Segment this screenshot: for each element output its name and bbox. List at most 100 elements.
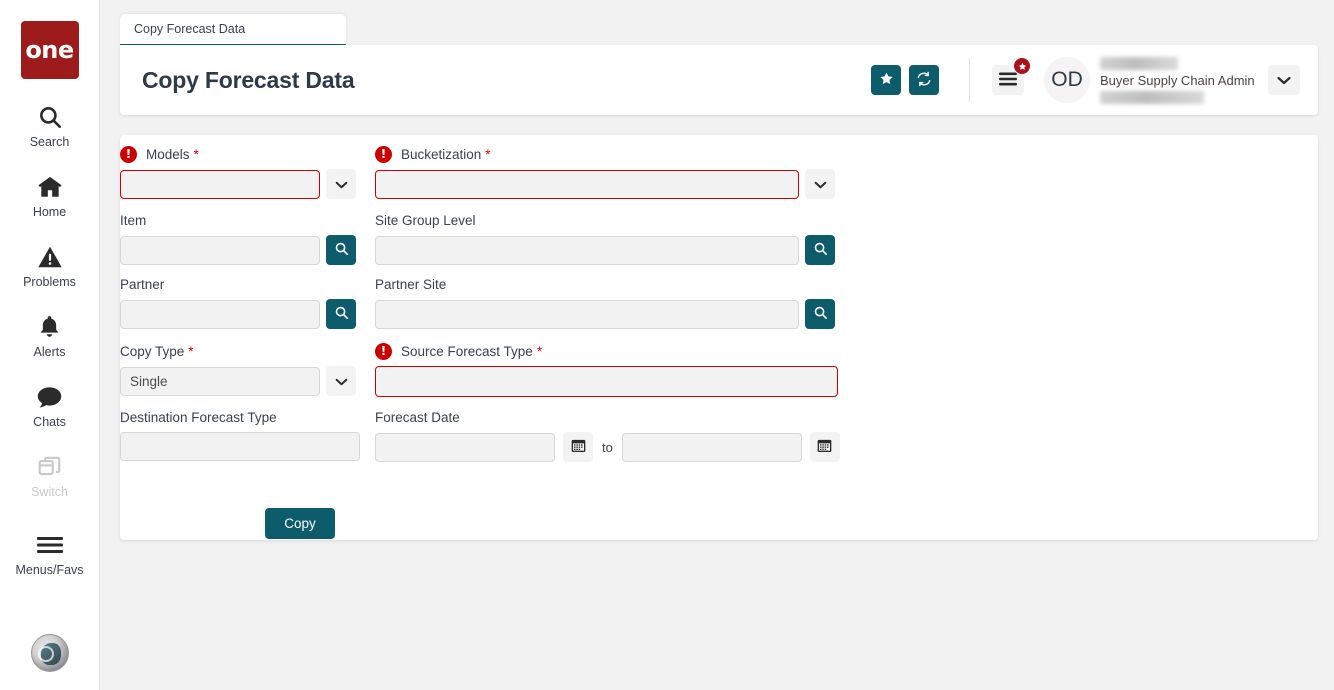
label-text: Copy Type (120, 343, 185, 359)
sidebar-item-label: Chats (33, 415, 66, 429)
sidebar-item-home[interactable]: Home (0, 171, 100, 219)
label-text: Models (146, 146, 190, 162)
form-grid: ! Models * ! Bucketization * Item Site G… (120, 135, 1318, 539)
copy-type-dropdown-button[interactable] (326, 366, 356, 396)
field-control-row (375, 366, 838, 397)
star-icon (879, 71, 894, 89)
field-label-copy-type: Copy Type * (120, 342, 356, 360)
forecast-date-to-calendar-button[interactable] (809, 432, 840, 462)
partner-input[interactable] (120, 299, 320, 329)
field-partner: Partner (120, 275, 356, 329)
field-item: Item (120, 211, 356, 265)
field-control-row: to (375, 432, 840, 462)
form-panel: ! Models * ! Bucketization * Item Site G… (120, 135, 1318, 540)
field-site-group-level: Site Group Level (375, 211, 835, 265)
search-icon (37, 101, 63, 133)
field-source-forecast-type: ! Source Forecast Type * (375, 342, 838, 397)
models-dropdown-button[interactable] (326, 169, 356, 199)
search-icon (813, 305, 828, 323)
chevron-down-icon (335, 177, 348, 192)
favorite-button[interactable] (871, 65, 901, 95)
label-text: Source Forecast Type (401, 343, 533, 359)
partner-site-input[interactable] (375, 299, 799, 329)
bell-icon (37, 311, 62, 343)
required-asterisk: * (536, 343, 543, 359)
field-control-row (375, 169, 835, 199)
label-text: Forecast Date (375, 409, 460, 425)
search-icon (334, 305, 349, 323)
bucketization-input[interactable] (375, 169, 799, 199)
field-label-item: Item (120, 211, 356, 229)
left-nav-rail: one Search Home Problems Alerts Chats Sw… (0, 0, 100, 690)
site-group-level-input[interactable] (375, 235, 799, 265)
forecast-date-to-input[interactable] (621, 432, 802, 462)
search-icon (813, 241, 828, 259)
header-actions: OD Buyer Supply Chain Admin (863, 45, 1318, 115)
required-asterisk: * (193, 146, 199, 162)
avatar[interactable]: OD (1044, 57, 1090, 103)
field-control-row (120, 366, 356, 396)
site-group-level-search-button[interactable] (805, 235, 835, 265)
star-badge-icon (1013, 57, 1031, 75)
sidebar-item-problems[interactable]: Problems (0, 241, 100, 289)
field-label-forecast-date: Forecast Date (375, 408, 840, 426)
label-text: Site Group Level (375, 212, 476, 228)
tab-label: Copy Forecast Data (134, 22, 246, 36)
field-copy-type: Copy Type * (120, 342, 356, 396)
copy-type-input[interactable] (120, 366, 320, 396)
models-input[interactable] (120, 169, 320, 199)
sidebar-item-menus-favs[interactable]: Menus/Favs (0, 529, 100, 577)
sidebar-item-search[interactable]: Search (0, 101, 100, 149)
page-header: Copy Forecast Data OD Buyer Supply Chain… (120, 45, 1318, 115)
item-search-button[interactable] (326, 235, 356, 265)
field-label-source-forecast-type: ! Source Forecast Type * (375, 342, 838, 360)
tab-copy-forecast-data[interactable]: Copy Forecast Data (120, 14, 346, 46)
error-icon: ! (120, 145, 137, 163)
header-divider (969, 58, 970, 102)
bucketization-dropdown-button[interactable] (805, 169, 835, 199)
sidebar-item-chats[interactable]: Chats (0, 381, 100, 429)
hamburger-icon (36, 529, 64, 561)
user-menu-button[interactable] (1268, 65, 1300, 95)
required-asterisk: * (485, 146, 491, 162)
refresh-button[interactable] (909, 65, 939, 95)
home-icon (36, 171, 64, 203)
chevron-down-icon (335, 374, 348, 389)
sidebar-item-alerts[interactable]: Alerts (0, 311, 100, 359)
field-control-row (120, 235, 356, 265)
field-control-row (120, 432, 360, 461)
field-control-row (120, 169, 356, 199)
menu-button[interactable] (992, 57, 1031, 95)
label-text: Partner (120, 276, 165, 292)
sidebar-item-label: Home (32, 205, 67, 219)
destination-forecast-type-input[interactable] (120, 432, 360, 461)
label-text: Destination Forecast Type (120, 409, 277, 425)
user-name-redacted (1100, 56, 1178, 70)
calendar-icon (817, 438, 832, 456)
user-avatar-icon[interactable] (30, 634, 69, 672)
field-bucketization: ! Bucketization * (375, 145, 835, 199)
field-label-bucketization: ! Bucketization * (375, 145, 835, 163)
sidebar-item-switch[interactable]: Switch (0, 451, 100, 499)
app-logo[interactable]: one (20, 21, 79, 79)
partner-site-search-button[interactable] (805, 299, 835, 329)
source-forecast-type-input[interactable] (375, 366, 838, 397)
sidebar-item-label: Problems (23, 275, 76, 289)
field-partner-site: Partner Site (375, 275, 835, 329)
field-label-site-group-level: Site Group Level (375, 211, 835, 229)
field-models: ! Models * (120, 145, 356, 199)
sidebar-item-label: Switch (31, 485, 68, 499)
user-org-redacted (1100, 90, 1204, 104)
switch-icon (37, 451, 63, 483)
item-input[interactable] (120, 235, 320, 265)
copy-button[interactable]: Copy (265, 508, 335, 539)
partner-search-button[interactable] (326, 299, 356, 329)
field-label-partner-site: Partner Site (375, 275, 835, 293)
page-title: Copy Forecast Data (142, 66, 355, 93)
forecast-date-from-calendar-button[interactable] (563, 432, 593, 462)
search-icon (334, 241, 349, 259)
field-control-row (375, 235, 835, 265)
forecast-date-from-input[interactable] (375, 432, 555, 462)
avatar-initials: OD (1051, 68, 1083, 91)
error-icon: ! (375, 145, 392, 163)
